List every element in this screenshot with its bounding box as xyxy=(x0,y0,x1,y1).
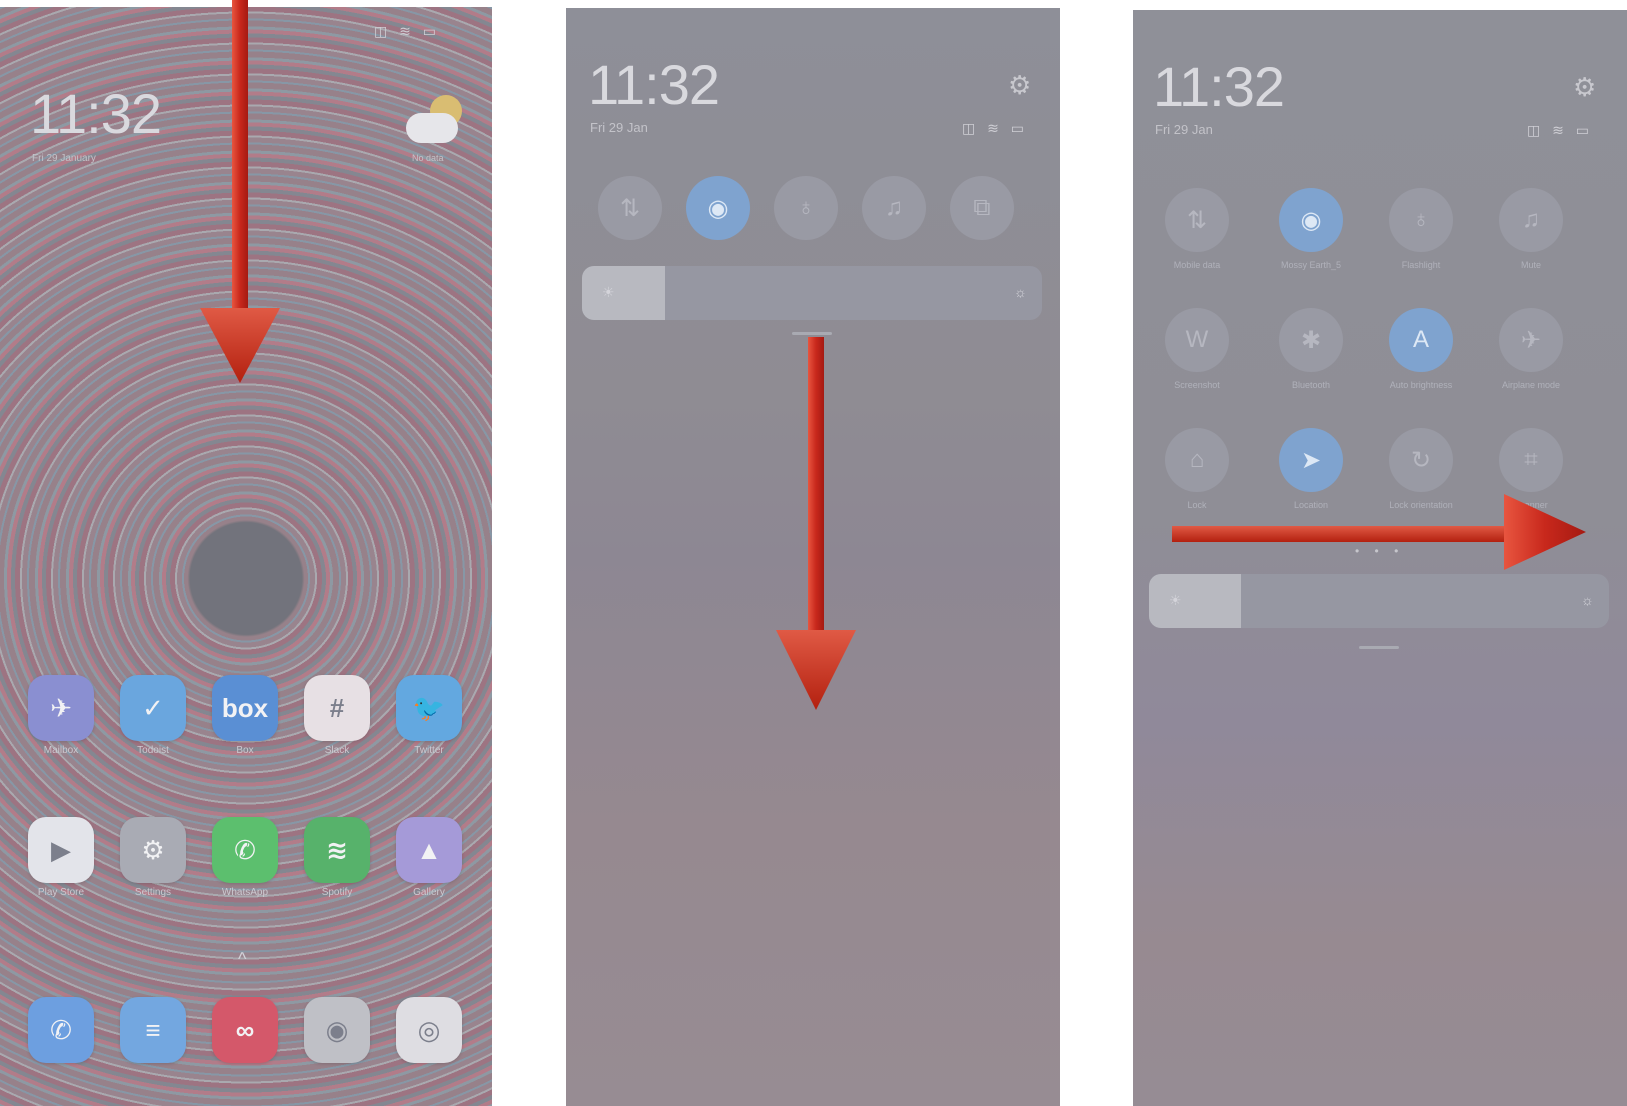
gesture-arrows xyxy=(200,0,1586,710)
swipe-down-arrow-icon xyxy=(776,337,856,710)
swipe-right-arrow-icon xyxy=(1172,494,1586,570)
swipe-down-arrow-icon xyxy=(200,0,280,383)
